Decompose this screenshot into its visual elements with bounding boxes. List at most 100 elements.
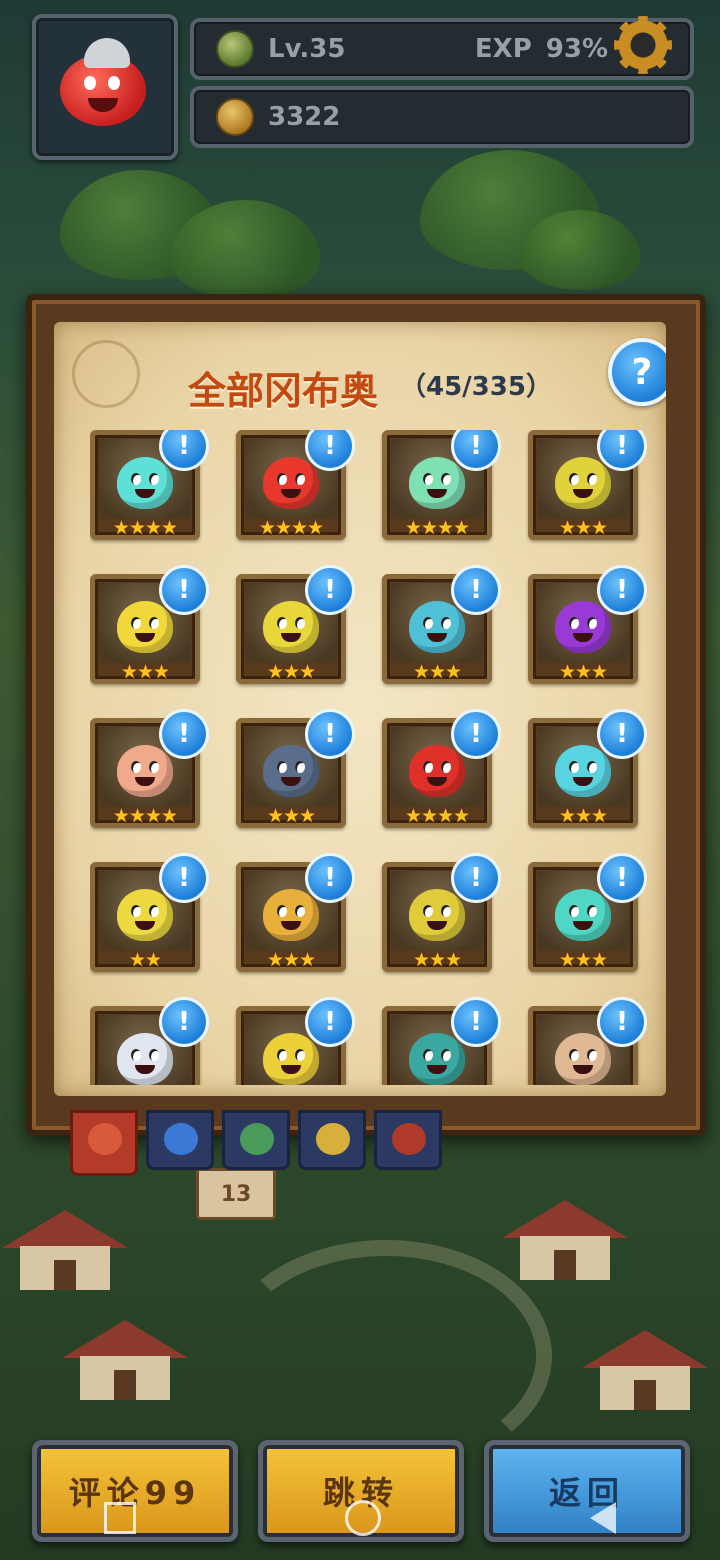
monster-card[interactable]: ★★★!	[236, 853, 355, 972]
back-button[interactable]: 返回	[484, 1440, 690, 1542]
info-badge-icon[interactable]: !	[451, 997, 501, 1047]
monster-card[interactable]: ★★★!	[528, 853, 647, 972]
star-rating: ★★	[128, 949, 162, 971]
star-rating: ★★★★	[258, 517, 324, 539]
monster-card[interactable]: ★★★★!	[90, 709, 209, 828]
monster-teal-queen-icon	[555, 889, 611, 941]
info-badge-icon[interactable]: !	[305, 709, 355, 759]
help-button[interactable]: ?	[608, 338, 666, 406]
star-rating: ★★★	[558, 661, 608, 683]
monster-card[interactable]: ★★!	[90, 853, 209, 972]
collection-parchment: 全部冈布奥 （45/335） ? ★★★★! ★★★★! ★★★★! ★★★! ★★★!…	[54, 322, 666, 1096]
star-rating: ★★★	[120, 661, 170, 683]
monster-red-demon-icon	[409, 745, 465, 797]
panel-title: 全部冈布奥	[188, 368, 379, 413]
tab-blue[interactable]	[146, 1110, 214, 1170]
monster-card[interactable]: ★★★!	[382, 853, 501, 972]
monster-card[interactable]: !	[90, 997, 209, 1085]
monster-card[interactable]: ★★★!	[236, 709, 355, 828]
monster-card[interactable]: ★★★★!	[382, 709, 501, 828]
info-badge-icon[interactable]: !	[597, 709, 647, 759]
monster-dark-reaper-icon	[263, 745, 319, 797]
tab-red[interactable]	[374, 1110, 442, 1170]
background-house	[502, 1200, 628, 1280]
monster-card[interactable]: ★★★!	[528, 565, 647, 684]
monster-yellow-gentleman-icon	[409, 889, 465, 941]
collection-count: （45/335）	[400, 372, 552, 402]
info-badge-icon[interactable]: !	[451, 565, 501, 615]
info-badge-icon[interactable]: !	[597, 997, 647, 1047]
tab-green-icon	[240, 1123, 274, 1155]
tab-green[interactable]	[222, 1110, 290, 1170]
monster-red-knight-icon	[263, 457, 319, 509]
monster-cyan-pirate-icon	[409, 601, 465, 653]
monster-yellow-warrior-icon	[263, 601, 319, 653]
background-path	[220, 1240, 552, 1472]
tab-gold[interactable]	[298, 1110, 366, 1170]
monster-card[interactable]: ★★★★!	[382, 430, 501, 540]
gold-bar: 3322	[190, 86, 694, 148]
player-avatar[interactable]	[32, 14, 178, 160]
gold-coin-icon	[216, 98, 254, 136]
collection-panel: 全部冈布奥 （45/335） ? ★★★★! ★★★★! ★★★★! ★★★! ★★★!…	[26, 294, 706, 1136]
category-tabs	[70, 1110, 442, 1176]
monster-teal-magician-icon	[409, 1033, 465, 1085]
tab-blue-icon	[164, 1123, 198, 1155]
monster-yellow-witch-icon	[117, 889, 173, 941]
monster-card[interactable]: ★★★!	[236, 565, 355, 684]
info-badge-icon[interactable]: !	[451, 709, 501, 759]
monster-card[interactable]: ★★★!	[528, 709, 647, 828]
monster-card[interactable]: ★★★!	[382, 565, 501, 684]
monster-purple-bat-icon	[555, 601, 611, 653]
star-rating: ★★★	[558, 517, 608, 539]
info-badge-icon[interactable]: !	[305, 997, 355, 1047]
star-rating: ★★★	[412, 949, 462, 971]
monster-mint-bishop-icon	[409, 457, 465, 509]
star-rating: ★★★	[266, 949, 316, 971]
comments-button[interactable]: 评论99	[32, 1440, 238, 1542]
tab-all[interactable]	[70, 1110, 138, 1176]
monster-card[interactable]: !	[528, 997, 647, 1085]
info-badge-icon[interactable]: !	[159, 997, 209, 1047]
gold-amount: 3322	[268, 102, 341, 132]
info-badge-icon[interactable]: !	[159, 565, 209, 615]
monster-card[interactable]: !	[382, 997, 501, 1085]
info-badge-icon[interactable]: !	[597, 853, 647, 903]
monster-card[interactable]: ★★★★!	[236, 430, 355, 540]
background-house	[582, 1330, 708, 1410]
info-badge-icon[interactable]: !	[159, 853, 209, 903]
background-house	[62, 1320, 188, 1400]
monster-card[interactable]: ★★★!	[528, 430, 647, 540]
corner-ornament-icon	[72, 340, 140, 408]
monster-yellow-clown-icon	[263, 1033, 319, 1085]
monster-card[interactable]: ★★★!	[90, 565, 209, 684]
star-rating: ★★★★	[112, 517, 178, 539]
settings-gear-icon[interactable]	[614, 16, 672, 74]
monster-cyan-alchemist-icon	[555, 745, 611, 797]
star-rating: ★★★★	[404, 805, 470, 827]
monster-tan-bunny-icon	[555, 1033, 611, 1085]
info-badge-icon[interactable]: !	[305, 565, 355, 615]
level-text: Lv.35	[268, 34, 346, 64]
star-rating: ★★★	[266, 661, 316, 683]
exp-label: EXP	[474, 34, 532, 64]
monster-grid[interactable]: ★★★★! ★★★★! ★★★★! ★★★! ★★★! ★★★! ★★★! ★★★! ★★★★!…	[90, 430, 650, 1085]
monster-white-angel-icon	[117, 1033, 173, 1085]
info-badge-icon[interactable]: !	[451, 853, 501, 903]
tab-gold-icon	[316, 1123, 350, 1155]
background-leaf	[520, 210, 640, 290]
monster-yellow-spartan-icon	[117, 601, 173, 653]
monster-card[interactable]: !	[236, 997, 355, 1085]
monster-yellow-ranger-icon	[555, 457, 611, 509]
monster-card[interactable]: ★★★★!	[90, 430, 209, 540]
info-badge-icon[interactable]: !	[159, 709, 209, 759]
star-rating: ★★★★	[112, 805, 178, 827]
info-badge-icon[interactable]: !	[597, 565, 647, 615]
star-rating: ★★★	[412, 661, 462, 683]
tab-red-icon	[392, 1123, 426, 1155]
tab-all-icon	[88, 1123, 122, 1155]
exp-percent: 93%	[545, 34, 608, 64]
monster-orange-monkey-icon	[263, 889, 319, 941]
jump-button[interactable]: 跳转	[258, 1440, 464, 1542]
info-badge-icon[interactable]: !	[305, 853, 355, 903]
